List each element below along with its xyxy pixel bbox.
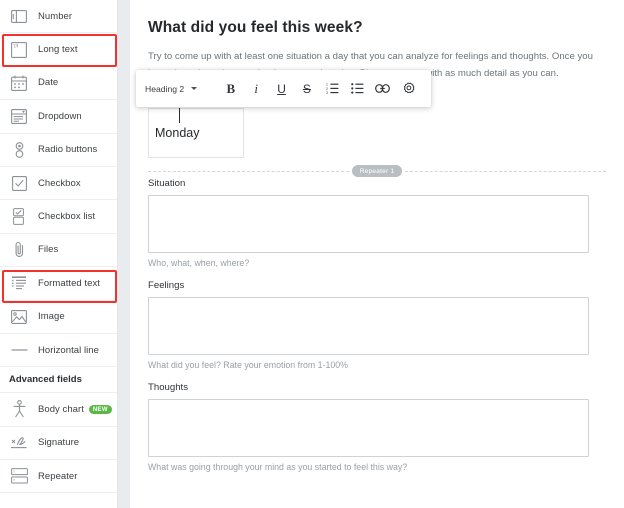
settings-gear-button[interactable] [397,77,420,101]
field-help-text: What was going through your mind as you … [148,462,408,472]
gear-icon [404,81,415,93]
bold-button[interactable]: B [219,77,242,101]
feelings-textarea[interactable] [148,297,589,355]
thoughts-textarea[interactable] [148,399,589,457]
bullet-list-icon [351,83,364,94]
sidebar-item-label: Body chart [38,403,84,415]
body-chart-icon [8,398,30,420]
checkbox-field-icon [8,172,30,194]
sidebar-item-label: Checkbox list [38,211,96,223]
sidebar-item-body-chart[interactable]: Body chart NEW [0,393,117,427]
sidebar-item-label: Formatted text [38,277,100,289]
form-field-thoughts: Thoughts What was going through your min… [148,382,591,472]
sidebar-item-label: Signature [38,437,80,449]
bullet-list-button[interactable] [346,77,369,101]
date-field-icon [8,72,30,94]
heading-value: Monday [155,126,200,140]
repeater-badge: Repeater 1 [351,165,403,177]
text-style-value: Heading 2 [145,83,185,94]
svg-text:3: 3 [326,91,328,94]
field-label: Situation [148,178,186,189]
divider-line-right [405,170,606,172]
sidebar-item-date[interactable]: Date [0,66,117,101]
dropdown-field-icon [8,105,30,127]
signature-icon [8,432,30,454]
strikethrough-button[interactable]: S [295,77,318,101]
sidebar-item-label: Checkbox [38,177,81,189]
page-title: What did you feel this week? [148,19,363,36]
field-label: Thoughts [148,382,189,393]
checkbox-list-field-icon [8,206,30,228]
svg-text:T: T [13,45,16,50]
svg-text:T: T [13,470,16,474]
sidebar-item-label: Files [38,244,59,256]
sidebar-item-signature[interactable]: Signature [0,426,117,461]
sidebar-item-repeater[interactable]: TT Repeater [0,460,117,494]
field-help-text: Who, what, when, where? [148,258,250,268]
sidebar-item-label: Date [38,77,59,89]
rich-text-format-toolbar: Heading 2 B i U S 123 [136,70,431,107]
ordered-list-button[interactable]: 123 [321,77,344,101]
sidebar-item-label: Radio buttons [38,144,98,156]
underline-button[interactable]: U [270,77,293,101]
sidebar-item-files[interactable]: Files [0,233,117,268]
formatted-text-field-icon [8,272,30,294]
horizontal-line-field-icon [8,339,30,361]
form-fields-list: Situation Who, what, when, where? Feelin… [148,178,591,484]
field-help-text: What did you feel? Rate your emotion fro… [148,360,348,370]
sidebar-item-label: Long text [38,44,78,56]
text-cursor [179,108,180,123]
panel-gutter [118,0,130,508]
advanced-fields-header: Advanced fields [0,367,117,394]
repeater-divider: Repeater 1 [148,165,606,177]
ordered-list-icon: 123 [326,83,339,94]
paperclip-icon [8,239,30,261]
new-badge: NEW [88,405,112,414]
image-field-icon [8,306,30,328]
form-field-situation: Situation Who, what, when, where? [148,178,591,268]
divider-line-left [148,170,349,172]
sidebar-item-checkbox-list[interactable]: Checkbox list [0,200,117,234]
sidebar-item-radio-buttons[interactable]: Radio buttons [0,133,117,167]
sidebar-item-long-text[interactable]: T Long text [0,33,117,67]
form-field-feelings: Feelings What did you feel? Rate your em… [148,280,591,370]
sidebar-item-horizontal-line[interactable]: Horizontal line [0,333,117,368]
sidebar-item-label: Image [38,311,65,323]
heading-edit-box[interactable]: Monday [148,108,244,158]
form-builder-screen: Number T Long text Date Dropdown Radio b… [0,0,624,508]
link-icon [375,84,391,93]
svg-text:T: T [13,478,16,482]
sidebar-item-label: Repeater [38,470,78,482]
chevron-down-icon [191,87,198,90]
sidebar-item-label: Horizontal line [38,344,99,356]
form-preview-panel: What did you feel this week? Try to come… [130,0,624,508]
text-style-dropdown[interactable]: Heading 2 [145,83,198,94]
link-button[interactable] [371,77,394,101]
radio-buttons-field-icon [8,139,30,161]
sidebar-item-number[interactable]: Number [0,0,117,34]
field-label: Feelings [148,280,185,291]
field-types-sidebar: Number T Long text Date Dropdown Radio b… [0,0,118,508]
sidebar-item-formatted-text[interactable]: Formatted text [0,267,117,301]
sidebar-item-label: Number [38,10,73,22]
sidebar-item-label: Dropdown [38,110,82,122]
sidebar-item-checkbox[interactable]: Checkbox [0,166,117,201]
repeater-icon: TT [8,465,30,487]
long-text-field-icon: T [8,39,30,61]
situation-textarea[interactable] [148,195,589,253]
sidebar-item-image[interactable]: Image [0,300,117,334]
sidebar-item-dropdown[interactable]: Dropdown [0,100,117,134]
italic-button[interactable]: i [245,77,268,101]
number-field-icon [8,5,30,27]
